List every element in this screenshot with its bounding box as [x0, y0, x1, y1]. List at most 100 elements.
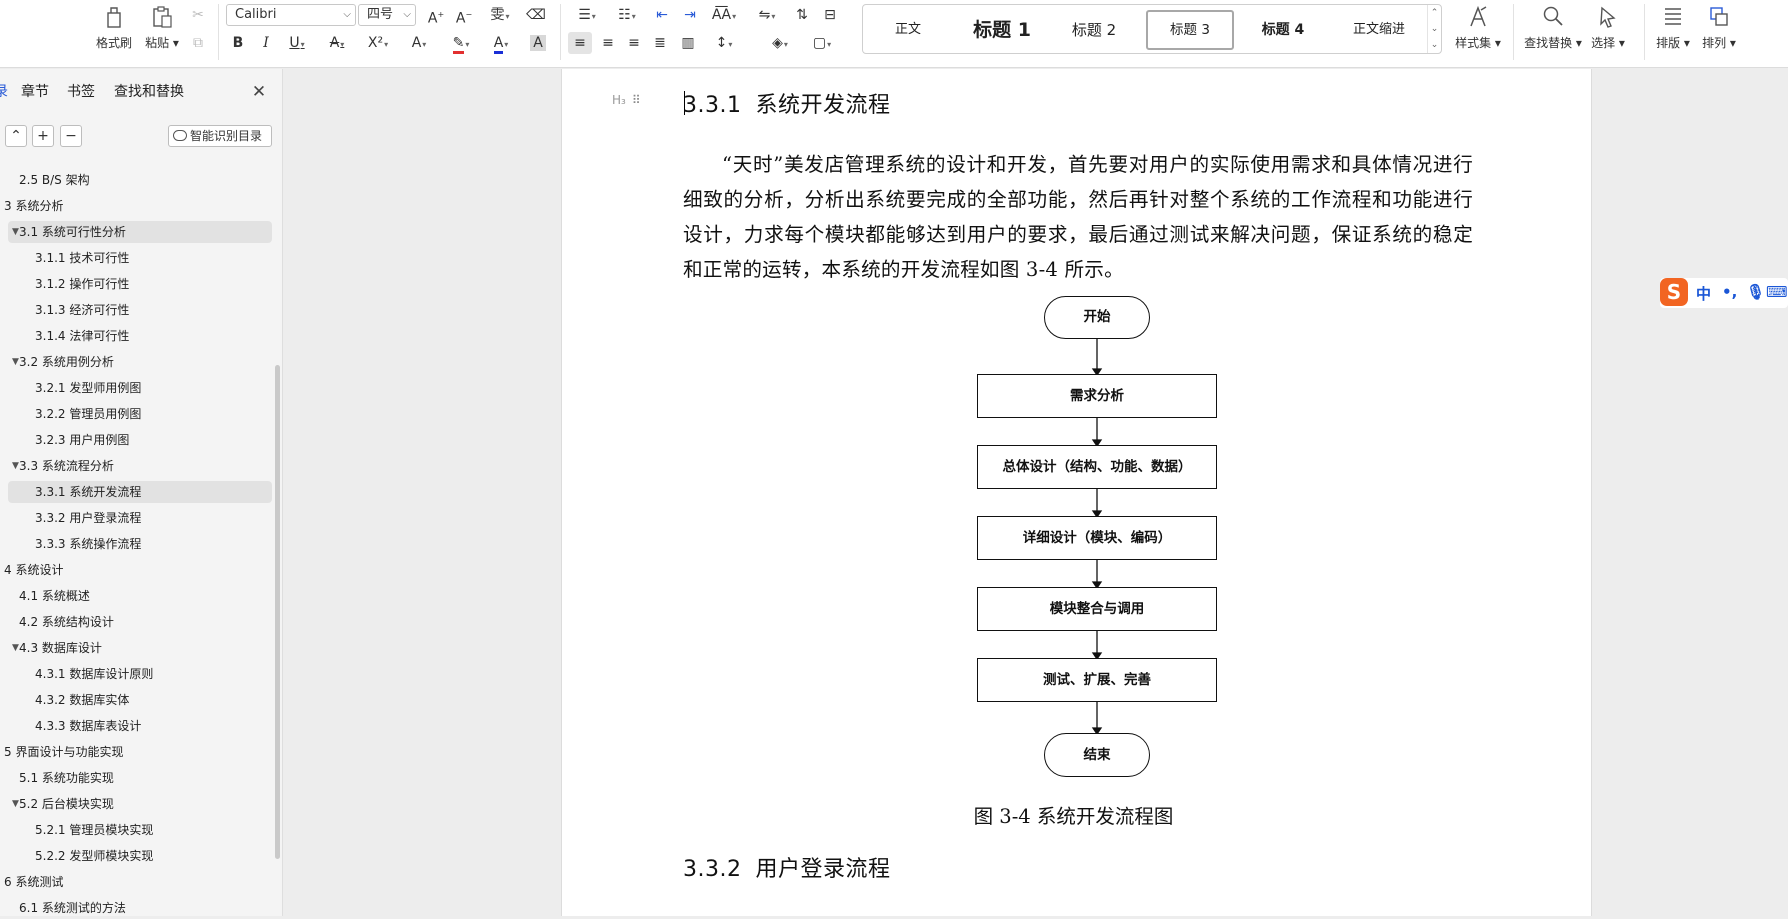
char-shading-icon[interactable]: A [526, 32, 550, 54]
strikethrough-icon[interactable]: A▾ [322, 32, 352, 54]
outline-item[interactable]: 5 界面设计与功能实现 [4, 741, 272, 763]
outline-item-label: 3.2.3 用户用例图 [35, 433, 130, 447]
sidebar-scrollbar[interactable] [275, 365, 280, 859]
expand-triangle-icon[interactable]: ▼ [12, 351, 19, 373]
tab-bookmarks[interactable]: 书签 [67, 81, 95, 101]
expand-triangle-icon[interactable]: ▼ [12, 455, 19, 477]
outline-item[interactable]: 3.1.3 经济可行性 [8, 299, 272, 321]
collapse-up-button[interactable]: ⌃ [5, 125, 27, 147]
outline-item[interactable]: 3.2.1 发型师用例图 [8, 377, 272, 399]
justify-icon[interactable]: ≣ [648, 32, 672, 54]
outline-item[interactable]: 5.2.1 管理员模块实现 [8, 819, 272, 841]
line-spacing-icon[interactable]: ↕▾ [708, 32, 740, 54]
paste-button[interactable]: 粘贴 ▾ [136, 2, 188, 56]
outline-item[interactable]: 3.1.1 技术可行性 [8, 247, 272, 269]
font-size-dropdown[interactable]: 四号 ⌵ [358, 4, 416, 26]
outline-item[interactable]: 4.1 系统概述 [8, 585, 272, 607]
style-heading-2[interactable]: 标题 2 [1053, 10, 1135, 50]
outline-item[interactable]: 3 系统分析 [4, 195, 272, 217]
align-center-icon[interactable]: ≡ [596, 32, 620, 54]
shrink-font-icon[interactable]: A− [452, 4, 476, 27]
keyboard-icon[interactable]: ⌨ [1766, 283, 1788, 301]
outline-item[interactable]: 4.3.2 数据库实体 [8, 689, 272, 711]
text-direction-icon[interactable]: ⇋▾ [752, 4, 782, 26]
outline-item[interactable]: ▼ 3.1 系统可行性分析 [8, 221, 272, 243]
styles-scroll[interactable]: ⌃ ⌄ ⌄ [1427, 5, 1441, 53]
expand-triangle-icon[interactable]: ▼ [12, 221, 19, 243]
borders-icon[interactable]: ▢▾ [806, 32, 838, 54]
style-heading-3[interactable]: 标题 3 [1146, 10, 1234, 50]
outline-item[interactable]: 3.3.1 系统开发流程 [8, 481, 272, 503]
outline-item[interactable]: ▼ 3.3 系统流程分析 [8, 455, 272, 477]
italic-icon[interactable]: I [254, 32, 278, 54]
tab-find-replace[interactable]: 查找和替换 [114, 81, 184, 101]
font-color-icon[interactable]: A▾ [486, 32, 516, 54]
outline-item[interactable]: ▼ 3.2 系统用例分析 [8, 351, 272, 373]
tab-chapters[interactable]: 章节 [21, 81, 49, 101]
outline-item[interactable]: 4 系统设计 [4, 559, 272, 581]
outline-item[interactable]: 3.2.2 管理员用例图 [8, 403, 272, 425]
outline-item[interactable]: 5.2.2 发型师模块实现 [8, 845, 272, 867]
decrease-indent-icon[interactable]: ⇤ [650, 4, 674, 26]
format-painter-button[interactable]: 格式刷 [88, 2, 140, 56]
smart-toc-button[interactable]: 智能识别目录 [168, 125, 272, 147]
outline-item[interactable]: ▼ 5.2 后台模块实现 [8, 793, 272, 815]
outline-item[interactable]: 3.2.3 用户用例图 [8, 429, 272, 451]
style-body-indent[interactable]: 正文缩进 [1333, 10, 1425, 50]
change-case-icon[interactable]: A͞A▾ [708, 4, 740, 26]
text-effect-icon[interactable]: A▾ [404, 32, 434, 54]
shading-icon[interactable]: ◈▾ [764, 32, 796, 54]
outline-item[interactable]: 6 系统测试 [4, 871, 272, 893]
sogou-logo-icon[interactable]: S [1660, 278, 1688, 306]
distributed-icon[interactable]: ▥ [676, 32, 700, 54]
outline-item[interactable]: 4.3.3 数据库表设计 [8, 715, 272, 737]
sort-icon[interactable]: ⇅ [790, 4, 814, 26]
layout-button[interactable]: 排版 ▾ [1650, 2, 1696, 56]
superscript-icon[interactable]: X²▾ [362, 32, 394, 54]
tab-toc[interactable]: 录 [0, 81, 8, 101]
copy-icon[interactable]: ⧉ [186, 32, 210, 54]
align-right-icon[interactable]: ≡ [622, 32, 646, 54]
outline-item[interactable]: 4.3.1 数据库设计原则 [8, 663, 272, 685]
bold-icon[interactable]: B [226, 32, 250, 54]
outline-item[interactable]: 3.3.2 用户登录流程 [8, 507, 272, 529]
style-set-button[interactable]: 样式集 ▾ [1450, 2, 1506, 56]
style-heading-1[interactable]: 标题 1 [959, 10, 1045, 50]
microphone-icon[interactable]: 🎙 [1746, 283, 1765, 301]
find-replace-button[interactable]: 查找替换 ▾ [1522, 2, 1584, 56]
cut-icon[interactable]: ✂ [186, 4, 210, 26]
ime-toolbar[interactable]: S 中 •, 🎙 ⌨ [1660, 278, 1788, 308]
outline-item-label: 4.2 系统结构设计 [19, 615, 114, 629]
clear-format-icon[interactable]: ⌫ [524, 4, 548, 26]
outline-item[interactable]: ▼ 4.3 数据库设计 [8, 637, 272, 659]
show-marks-icon[interactable]: ⊟ [818, 4, 842, 26]
punctuation-icon[interactable]: •, [1722, 283, 1737, 301]
align-left-icon[interactable]: ≡ [568, 32, 592, 54]
grow-font-icon[interactable]: A+ [424, 4, 448, 27]
increase-indent-icon[interactable]: ⇥ [678, 4, 702, 26]
outline-item[interactable]: 3.3.3 系统操作流程 [8, 533, 272, 555]
outline-item[interactable]: 2.5 B/S 架构 [8, 169, 272, 191]
collapse-minus-button[interactable]: − [60, 125, 82, 147]
expand-triangle-icon[interactable]: ▼ [12, 637, 19, 659]
ime-language-toggle[interactable]: 中 [1696, 283, 1711, 304]
bullet-list-icon[interactable]: ☰▾ [572, 4, 602, 26]
highlight-color-icon[interactable]: ✎▾ [446, 32, 476, 54]
style-heading-4[interactable]: 标题 4 [1241, 10, 1325, 50]
outline-item[interactable]: 3.1.2 操作可行性 [8, 273, 272, 295]
numbered-list-icon[interactable]: ☷▾ [612, 4, 642, 26]
arrange-button[interactable]: 排列 ▾ [1696, 2, 1742, 56]
style-normal[interactable]: 正文 [871, 10, 945, 50]
expand-triangle-icon[interactable]: ▼ [12, 793, 19, 815]
underline-icon[interactable]: U▾ [282, 32, 312, 54]
outline-item[interactable]: 5.1 系统功能实现 [8, 767, 272, 789]
phonetic-guide-icon[interactable]: 雯▾ [484, 4, 516, 26]
outline-item[interactable]: 3.1.4 法律可行性 [8, 325, 272, 347]
select-button[interactable]: 选择 ▾ [1584, 2, 1632, 56]
outline-item[interactable]: 4.2 系统结构设计 [8, 611, 272, 633]
expand-plus-button[interactable]: + [32, 125, 54, 147]
heading-3-3-2[interactable]: 3.3.2 用户登录流程 [683, 851, 891, 883]
figure-caption[interactable]: 图 3-4 系统开发流程图 [562, 800, 1593, 829]
close-icon[interactable]: ✕ [250, 83, 268, 101]
font-name-dropdown[interactable]: Calibri ⌵ [226, 4, 356, 26]
